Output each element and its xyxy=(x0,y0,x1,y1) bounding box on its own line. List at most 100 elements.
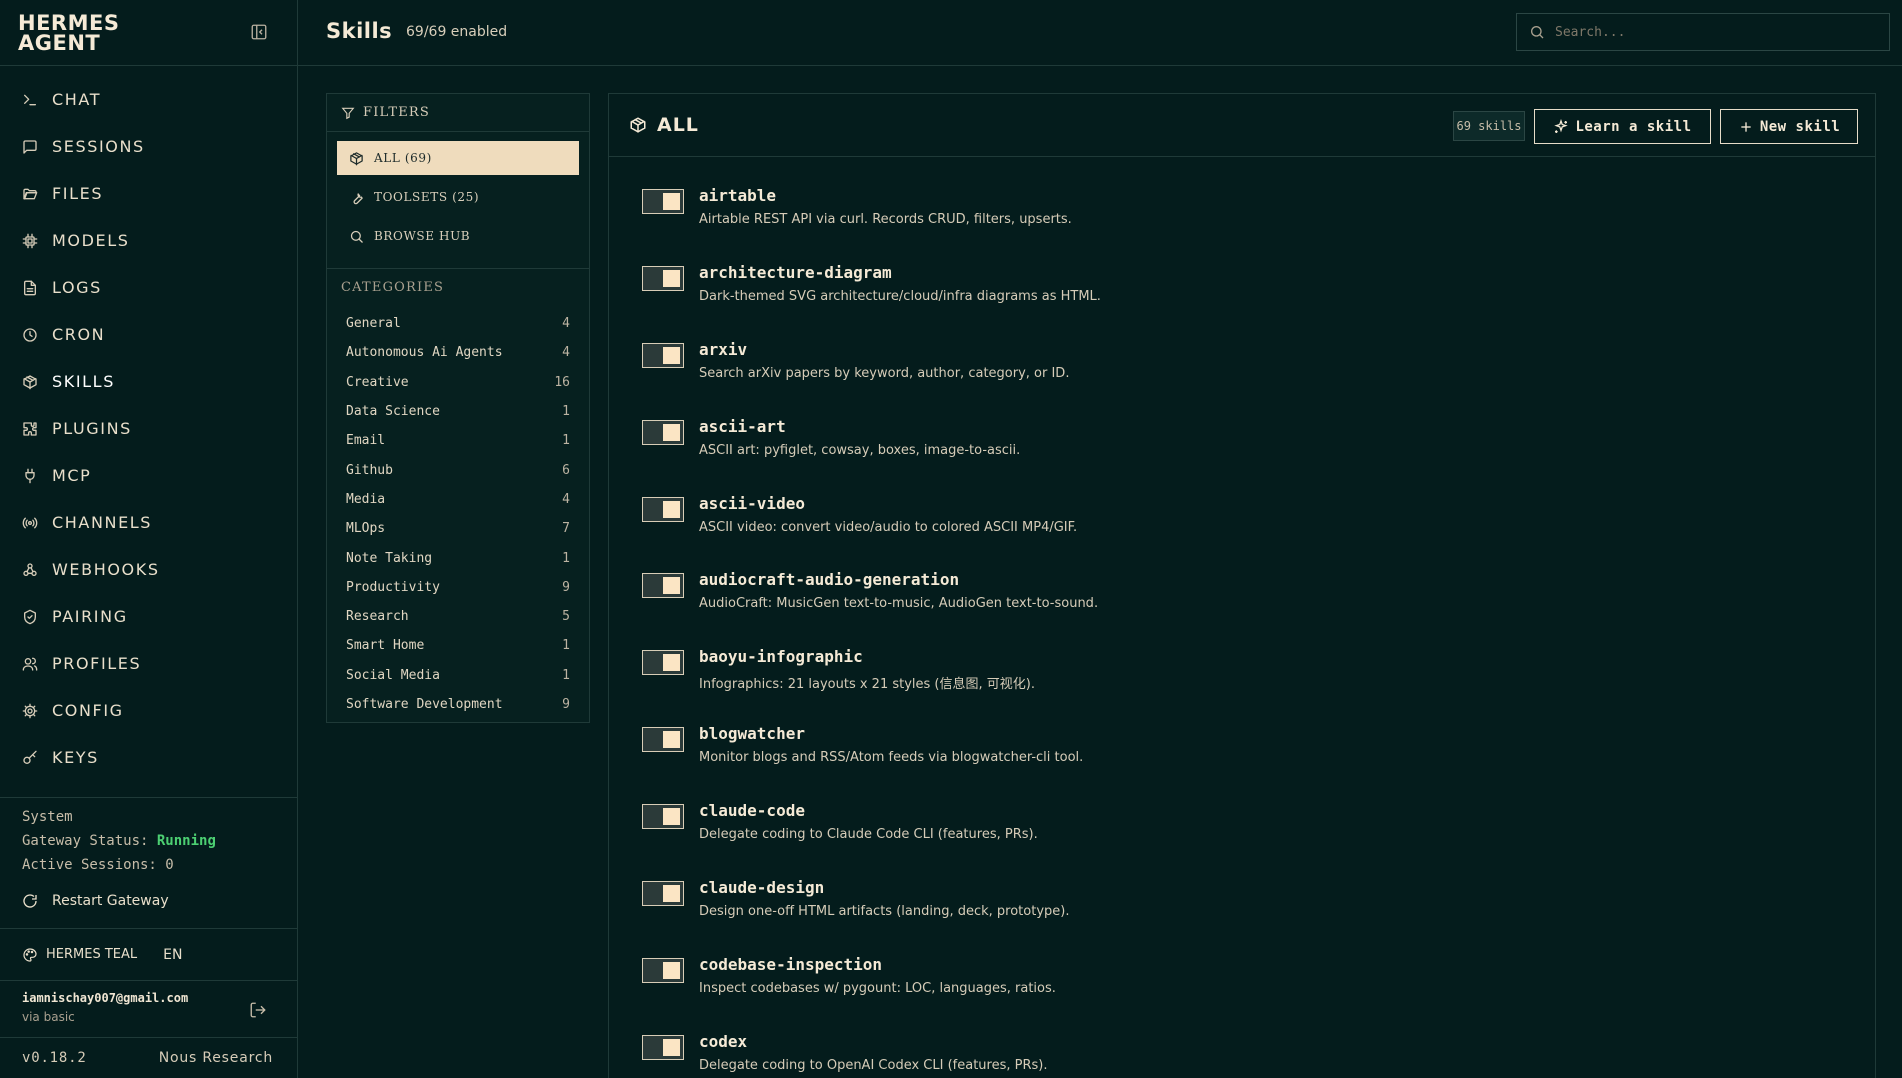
category-count: 4 xyxy=(562,316,570,332)
skill-toggle[interactable] xyxy=(642,496,684,522)
category-item[interactable]: Smart Home 1 xyxy=(327,631,589,660)
category-item[interactable]: Email 1 xyxy=(327,426,589,455)
filter-item[interactable]: ALL (69) xyxy=(337,141,579,175)
skill-toggle[interactable] xyxy=(642,1034,684,1060)
skill-toggle[interactable] xyxy=(642,881,684,907)
enabled-count: 69/69 enabled xyxy=(406,24,508,40)
sidebar-item-sessions[interactable]: SESSIONS xyxy=(0,123,297,170)
skill-name[interactable]: arxiv xyxy=(699,340,747,359)
skill-name[interactable]: claude-code xyxy=(699,801,805,820)
sidebar-item-skills[interactable]: SKILLS xyxy=(0,358,297,405)
sidebar-item-profiles[interactable]: PROFILES xyxy=(0,640,297,687)
skill-name[interactable]: airtable xyxy=(699,186,776,205)
skill-toggle[interactable] xyxy=(642,419,684,445)
new-skill-button[interactable]: New skill xyxy=(1720,109,1858,144)
category-name: Research xyxy=(346,609,409,625)
skill-row: ascii-video ASCII video: convert video/au… xyxy=(609,494,1875,571)
category-item[interactable]: General 4 xyxy=(327,309,589,338)
skill-name[interactable]: codebase-inspection xyxy=(699,955,882,974)
toggle-knob xyxy=(663,1038,680,1056)
restart-gateway-button[interactable]: Restart Gateway xyxy=(22,893,275,909)
skill-row: baoyu-infographic Infographics: 21 layout… xyxy=(609,647,1875,724)
category-item[interactable]: Data Science 1 xyxy=(327,397,589,426)
skill-name[interactable]: audiocraft-audio-generation xyxy=(699,570,959,589)
search-box[interactable] xyxy=(1516,13,1890,51)
filter-icon xyxy=(341,106,355,120)
theme-selector[interactable]: HERMES TEAL xyxy=(46,947,137,962)
sidebar-collapse-icon[interactable] xyxy=(250,23,268,41)
sidebar-item-cron[interactable]: CRON xyxy=(0,311,297,358)
filter-item[interactable]: TOOLSETS (25) xyxy=(337,180,579,214)
toggle-knob xyxy=(663,500,680,518)
system-status-panel: System Gateway Status: Running Active Se… xyxy=(0,797,297,928)
learn-skill-button[interactable]: Learn a skill xyxy=(1534,109,1711,144)
sidebar-item-webhooks[interactable]: WEBHOOKS xyxy=(0,546,297,593)
category-item[interactable]: Github 6 xyxy=(327,455,589,484)
sidebar-item-config[interactable]: CONFIG xyxy=(0,687,297,734)
skill-description: Delegate coding to Claude Code CLI (feat… xyxy=(699,827,1038,843)
skill-name[interactable]: claude-design xyxy=(699,878,824,897)
sidebar-item-label: MCP xyxy=(52,466,92,485)
sidebar-item-pairing[interactable]: PAIRING xyxy=(0,593,297,640)
skill-toggle[interactable] xyxy=(642,573,684,599)
category-item[interactable]: Note Taking 1 xyxy=(327,543,589,572)
language-selector[interactable]: EN xyxy=(163,947,182,963)
skill-description: ASCII art: pyfiglet, cowsay, boxes, imag… xyxy=(699,442,1021,458)
category-item[interactable]: Social Media 1 xyxy=(327,661,589,690)
toggle-knob xyxy=(663,885,680,903)
sidebar-item-keys[interactable]: KEYS xyxy=(0,734,297,781)
webhook-icon xyxy=(22,562,38,578)
sidebar-item-label: CHANNELS xyxy=(52,513,153,532)
category-item[interactable]: Productivity 9 xyxy=(327,573,589,602)
category-item[interactable]: MLOps 7 xyxy=(327,514,589,543)
sidebar-item-files[interactable]: FILES xyxy=(0,170,297,217)
filter-list: ALL (69) TOOLSETS (25) BROWSE HUB xyxy=(327,132,589,269)
category-item[interactable]: Autonomous Ai Agents 4 xyxy=(327,338,589,367)
category-item[interactable]: Research 5 xyxy=(327,602,589,631)
skill-description: ASCII video: convert video/audio to colo… xyxy=(699,519,1078,535)
category-item[interactable]: Creative 16 xyxy=(327,368,589,397)
sidebar-item-label: FILES xyxy=(52,184,104,203)
category-name: Email xyxy=(346,433,386,449)
skill-toggle[interactable] xyxy=(642,189,684,214)
skill-name[interactable]: architecture-diagram xyxy=(699,263,892,282)
org-label: Nous Research xyxy=(158,1050,273,1066)
gateway-status-value: Running xyxy=(156,833,216,849)
section-title-label: ALL xyxy=(657,114,699,136)
sidebar-item-models[interactable]: MODELS xyxy=(0,217,297,264)
search-input[interactable] xyxy=(1555,24,1875,40)
skill-row: airtable Airtable REST API via curl. Reco… xyxy=(609,186,1875,263)
brand: HERMES AGENT xyxy=(0,0,297,66)
filter-item[interactable]: BROWSE HUB xyxy=(337,219,579,253)
toggle-knob xyxy=(663,423,680,441)
skill-toggle[interactable] xyxy=(642,650,684,676)
skill-toggle[interactable] xyxy=(642,957,684,983)
skill-row: architecture-diagram Dark-themed SVG arch… xyxy=(609,263,1875,340)
sidebar-item-chat[interactable]: CHAT xyxy=(0,76,297,123)
skill-name[interactable]: blogwatcher xyxy=(699,724,805,743)
skill-name[interactable]: ascii-video xyxy=(699,494,805,513)
skill-name[interactable]: baoyu-infographic xyxy=(699,647,863,666)
sidebar-item-channels[interactable]: CHANNELS xyxy=(0,499,297,546)
skill-description: Search arXiv papers by keyword, author, … xyxy=(699,365,1070,381)
sidebar-item-logs[interactable]: LOGS xyxy=(0,264,297,311)
sidebar: HERMES AGENT CHAT SESSIONS FILES MODELS LOGS… xyxy=(0,0,298,1078)
skill-description: AudioCraft: MusicGen text-to-music, Audi… xyxy=(699,596,1099,612)
skill-toggle[interactable] xyxy=(642,804,684,830)
skill-toggle[interactable] xyxy=(642,265,684,291)
category-count: 4 xyxy=(562,345,570,361)
sidebar-nav: CHAT SESSIONS FILES MODELS LOGS CRON SKILLS PLU… xyxy=(0,76,297,796)
category-count: 1 xyxy=(562,550,570,566)
skill-name[interactable]: ascii-art xyxy=(699,417,786,436)
category-item[interactable]: Media 4 xyxy=(327,485,589,514)
skill-name[interactable]: codex xyxy=(699,1032,747,1051)
category-item[interactable]: Software Development 9 xyxy=(327,690,589,719)
filters-panel: FILTERS ALL (69) TOOLSETS (25) BROWSE HUB … xyxy=(326,93,590,723)
sidebar-item-plugins[interactable]: PLUGINS xyxy=(0,405,297,452)
sidebar-item-mcp[interactable]: MCP xyxy=(0,452,297,499)
skill-toggle[interactable] xyxy=(642,342,684,368)
category-count: 6 xyxy=(562,462,570,478)
skill-toggle[interactable] xyxy=(642,727,684,753)
logout-icon[interactable] xyxy=(249,1001,267,1019)
category-name: General xyxy=(346,316,401,332)
